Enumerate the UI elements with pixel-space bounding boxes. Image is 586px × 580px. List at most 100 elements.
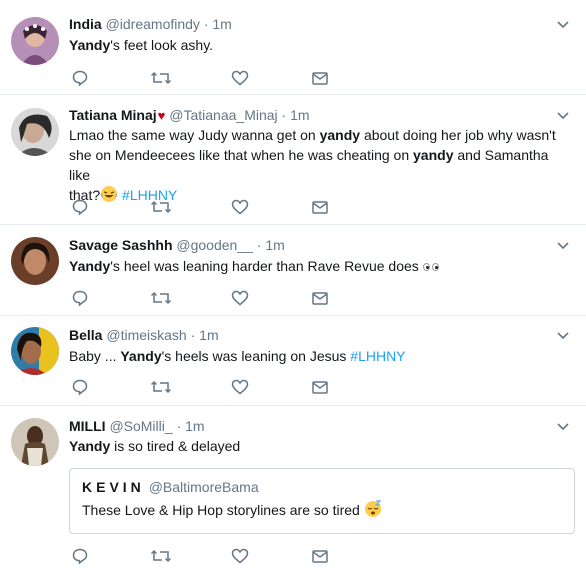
avatar[interactable] [11,17,59,65]
display-name[interactable]: Savage Sashhh [69,237,173,253]
quoted-tweet-text: These Love & Hip Hop storylines are so t… [82,500,562,520]
reply-button[interactable] [69,547,149,565]
text-segment: 's heels was leaning on Jesus [161,348,351,364]
chevron-down-icon[interactable] [556,328,570,342]
separator: · [190,327,196,343]
reply-button[interactable] [69,69,149,87]
highlight-term: Yandy [69,438,111,454]
text-segment: These Love & Hip Hop storylines are so t… [82,502,364,518]
tweet-actions [69,547,389,567]
timestamp[interactable]: 1m [199,327,218,343]
direct-message-icon [312,72,328,85]
like-button[interactable] [229,547,309,565]
username[interactable]: @SoMilli_ [109,418,172,434]
username[interactable]: @idreamofindy [106,16,200,32]
highlight-term: Yandy [69,258,111,274]
direct-message-button[interactable] [309,289,389,307]
reply-icon [72,199,88,216]
highlight-term: yandy [413,147,454,163]
tweet-text: Yandy's heel was leaning harder than Rav… [69,256,569,276]
display-name[interactable]: MILLI [69,418,106,434]
tweet[interactable]: Bella @timeiskash · 1m Baby ... Yandy's … [0,316,586,406]
sleeping-face-emoji-icon [364,500,382,517]
like-button[interactable] [229,198,309,216]
text-segment: 's heel was leaning harder than Rave Rev… [110,258,423,274]
text-segment: Baby ... [69,348,121,364]
like-button[interactable] [229,69,309,87]
display-name[interactable]: Tatiana Minaj [69,107,157,123]
avatar[interactable] [11,108,59,156]
separator: · [281,107,287,123]
display-name[interactable]: Bella [69,327,102,343]
timestamp[interactable]: 1m [290,107,309,123]
timestamp[interactable]: 1m [185,418,204,434]
username[interactable]: @gooden__ [176,237,253,253]
chevron-down-icon[interactable] [556,108,570,122]
tweet-text: Lmao the same way Judy wanna get on yand… [69,125,569,205]
direct-message-icon [312,381,328,394]
direct-message-button[interactable] [309,69,389,87]
text-segment: 's feet look ashy. [110,37,214,53]
username[interactable]: @Tatianaa_Minaj [169,107,277,123]
reply-button[interactable] [69,378,149,396]
tweet[interactable]: Savage Sashhh @gooden__ · 1m Yandy's hee… [0,225,586,316]
retweet-icon [151,71,171,85]
text-segment: about doing her job why wasn't [360,127,556,143]
avatar[interactable] [11,237,59,285]
quoted-tweet[interactable]: KEVIN @BaltimoreBama These Love & Hip Ho… [69,468,575,534]
tweet[interactable]: India @idreamofindy · 1m Yandy's feet lo… [0,0,586,95]
retweet-button[interactable] [149,69,229,87]
direct-message-button[interactable] [309,198,389,216]
tweet-actions [69,378,389,398]
highlight-term: yandy [319,127,361,143]
heart-emoji: ♥ [157,108,166,123]
display-name[interactable]: India [69,16,102,32]
retweet-button[interactable] [149,289,229,307]
chevron-down-icon[interactable] [556,17,570,31]
text-segment: is so tired & delayed [110,438,241,454]
chevron-down-icon[interactable] [556,238,570,252]
direct-message-button[interactable] [309,378,389,396]
tweet-text: Yandy is so tired & delayed [69,436,569,456]
like-button[interactable] [229,289,309,307]
reply-button[interactable] [69,289,149,307]
quoted-username: @BaltimoreBama [148,479,259,495]
chevron-down-icon[interactable] [556,419,570,433]
tweet[interactable]: Tatiana Minaj♥ @Tatianaa_Minaj · 1m Lmao… [0,95,586,225]
direct-message-button[interactable] [309,547,389,565]
like-icon [231,290,249,306]
like-icon [231,379,249,395]
like-icon [231,70,249,86]
timestamp[interactable]: 1m [265,237,284,253]
separator: · [203,16,209,32]
direct-message-icon [312,201,328,214]
retweet-button[interactable] [149,547,229,565]
highlight-term: Yandy [69,37,111,53]
avatar[interactable] [11,418,59,466]
reply-icon [72,290,88,307]
retweet-icon [151,200,171,214]
tweet-actions [69,289,389,309]
username[interactable]: @timeiskash [106,327,186,343]
like-button[interactable] [229,378,309,396]
reply-button[interactable] [69,198,149,216]
tweet-actions [69,198,389,218]
tweet-text: Yandy's feet look ashy. [69,35,569,55]
retweet-icon [151,549,171,563]
retweet-button[interactable] [149,378,229,396]
retweet-icon [151,380,171,394]
direct-message-icon [312,550,328,563]
separator: · [176,418,182,434]
tweet[interactable]: MILLI @SoMilli_ · 1m Yandy is so tired &… [0,406,586,580]
timestamp[interactable]: 1m [212,16,231,32]
tweet-actions [69,69,389,89]
like-icon [231,548,249,564]
reply-icon [72,379,88,396]
hashtag-link[interactable]: #LHHNY [350,348,405,364]
direct-message-icon [312,292,328,305]
reply-icon [72,70,88,87]
quoted-display-name: KEVIN [82,479,145,495]
retweet-button[interactable] [149,198,229,216]
separator: · [256,237,262,253]
avatar[interactable] [11,327,59,375]
